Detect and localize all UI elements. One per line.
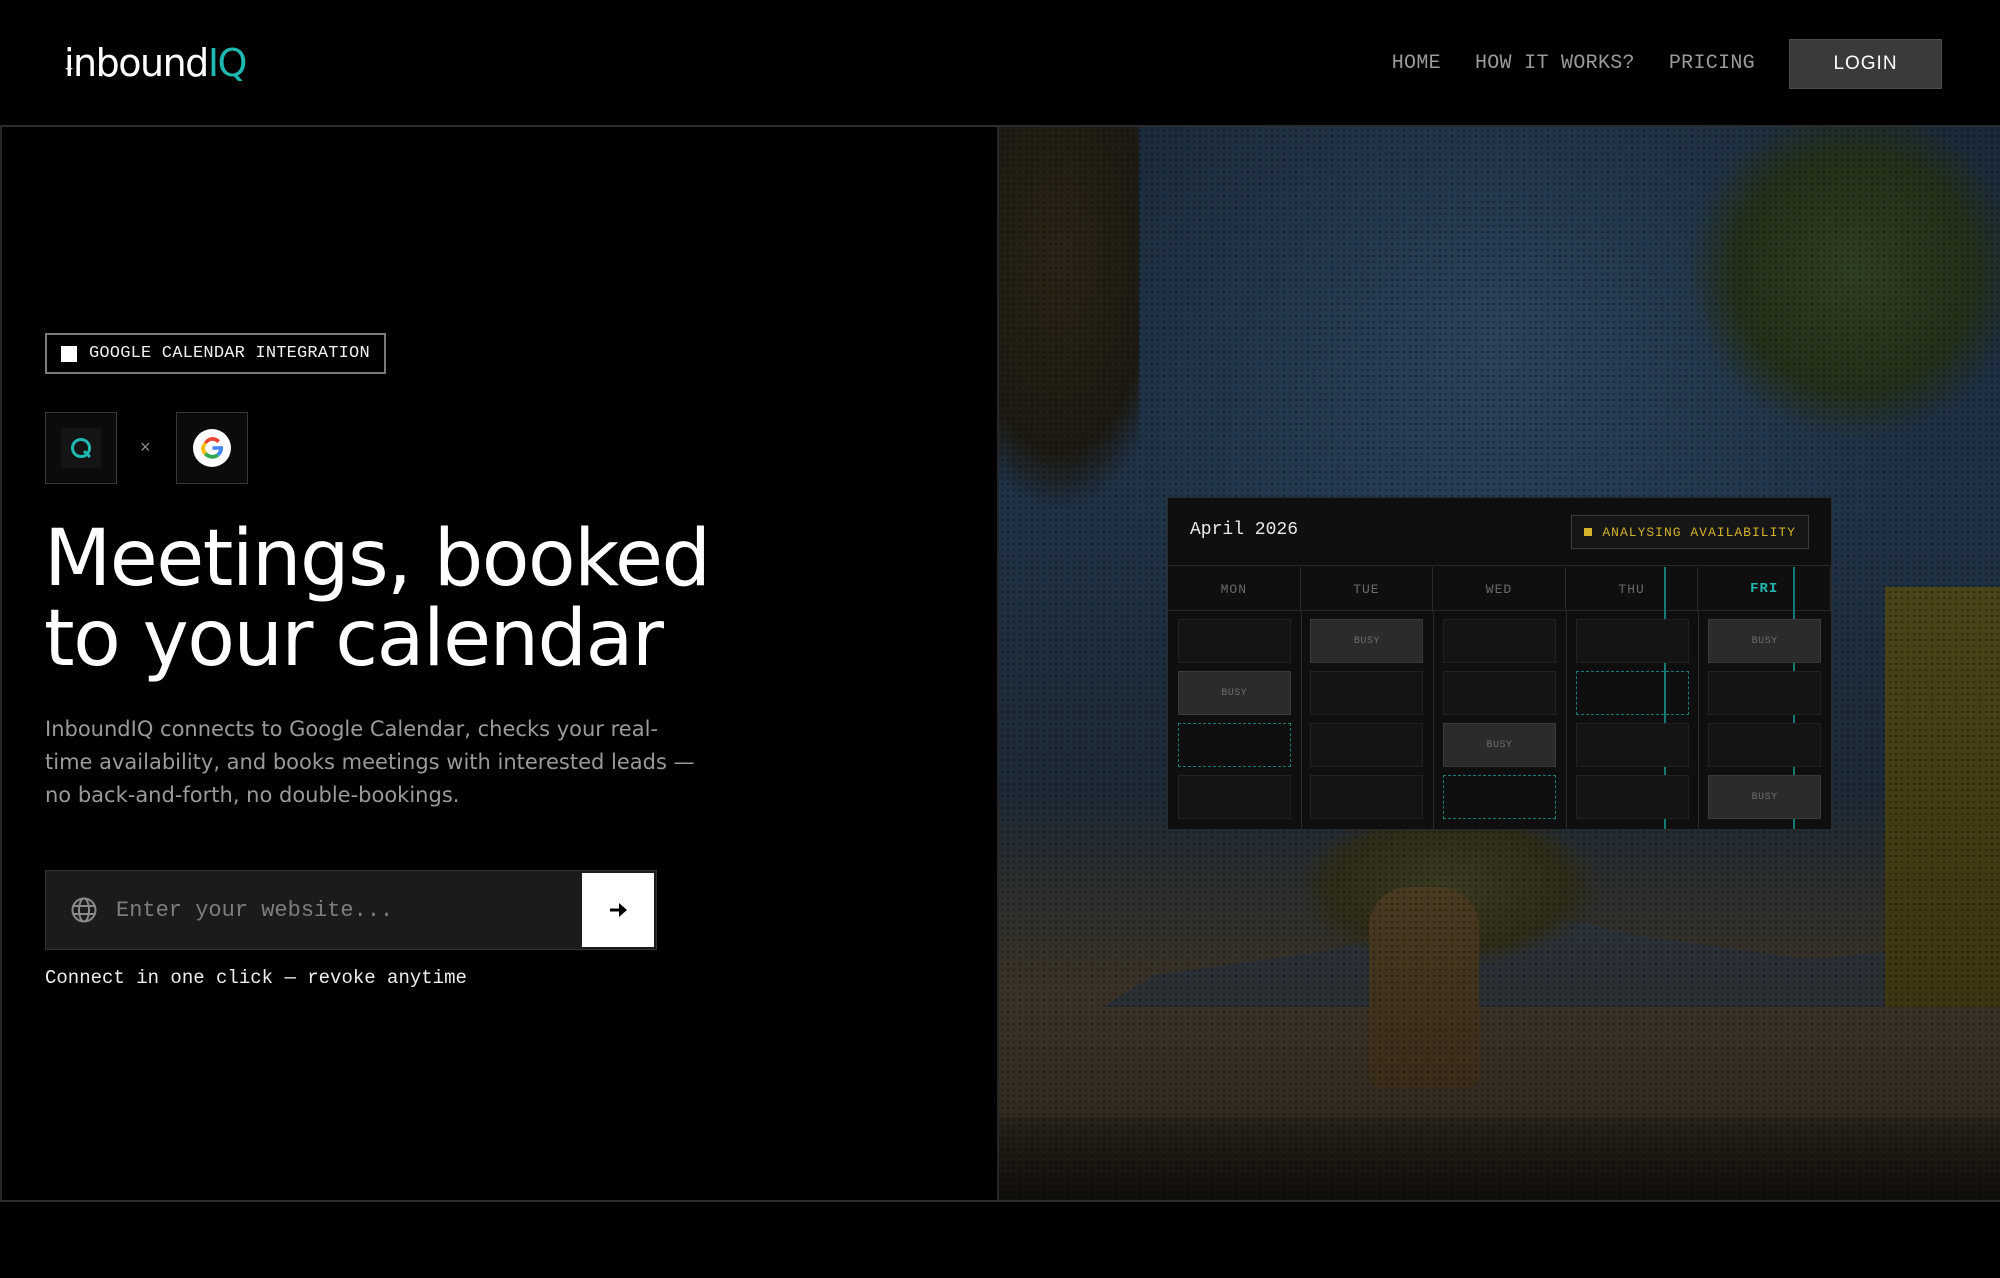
time-slot bbox=[1708, 723, 1822, 767]
badge-square-icon bbox=[61, 345, 77, 362]
time-slot bbox=[1310, 775, 1424, 819]
nav-link-how-it-works[interactable]: HOW IT WORKS? bbox=[1475, 52, 1635, 75]
main-nav: HOME HOW IT WORKS? PRICING LOGIN bbox=[1392, 0, 2000, 127]
website-input-group bbox=[45, 870, 657, 950]
calendar-month: April 2026 bbox=[1190, 520, 1299, 540]
time-slot bbox=[1575, 619, 1689, 663]
column-divider bbox=[1698, 611, 1700, 829]
hero-headline: Meetings, booked to your calendar bbox=[44, 519, 944, 679]
calendar-card: April 2026 ANALYSING AVAILABILITY MON TUE… bbox=[1167, 497, 1832, 830]
time-slot bbox=[1177, 775, 1291, 819]
submit-website-button[interactable] bbox=[582, 873, 654, 947]
headline-line-2: to your calendar bbox=[44, 594, 664, 684]
times-separator: × bbox=[140, 437, 151, 457]
bottom-band bbox=[0, 1200, 2000, 1278]
login-button[interactable]: LOGIN bbox=[1789, 38, 1942, 89]
hero-visual: April 2026 ANALYSING AVAILABILITY MON TUE… bbox=[999, 127, 2000, 1200]
globe-icon bbox=[71, 897, 97, 923]
weekday-mon: MON bbox=[1168, 567, 1301, 611]
sparkle-icon: ✦ bbox=[64, 62, 75, 76]
time-slot bbox=[1443, 671, 1556, 715]
nav-link-home[interactable]: HOME bbox=[1392, 52, 1441, 75]
column-divider bbox=[1565, 611, 1567, 829]
weekday-tue: TUE bbox=[1301, 567, 1434, 611]
busy-slot: BUSY bbox=[1177, 671, 1291, 715]
arrow-right-icon bbox=[610, 903, 627, 917]
hero-panel: GOOGLE CALENDAR INTEGRATION × Meetings, … bbox=[0, 127, 999, 1200]
time-slot bbox=[1575, 723, 1689, 767]
available-slot[interactable] bbox=[1443, 775, 1556, 819]
time-slot bbox=[1708, 671, 1822, 715]
status-label: ANALYSING AVAILABILITY bbox=[1602, 524, 1796, 540]
calendar-header: April 2026 ANALYSING AVAILABILITY bbox=[1168, 498, 1831, 566]
time-slot bbox=[1443, 619, 1556, 663]
weekday-wed: WED bbox=[1433, 567, 1566, 611]
busy-slot: BUSY bbox=[1310, 619, 1424, 663]
available-slot[interactable] bbox=[1177, 723, 1291, 767]
nav-link-pricing[interactable]: PRICING bbox=[1669, 52, 1755, 75]
integration-badge: GOOGLE CALENDAR INTEGRATION bbox=[45, 333, 386, 374]
headline-line-1: Meetings, booked bbox=[44, 514, 711, 604]
logo-accent-text: IQ bbox=[207, 41, 248, 85]
column-divider bbox=[1433, 611, 1435, 829]
status-square-icon bbox=[1584, 528, 1593, 536]
website-input[interactable] bbox=[98, 871, 582, 949]
google-app-tile bbox=[176, 412, 248, 484]
time-slot bbox=[1575, 775, 1689, 819]
brand-logo[interactable]: ✦ inboundIQ bbox=[64, 38, 248, 88]
availability-status-badge: ANALYSING AVAILABILITY bbox=[1571, 515, 1809, 549]
column-divider bbox=[1300, 611, 1302, 829]
calendar-slot-grid: BUSY BUSY BUSY BUSY BUSY bbox=[1168, 567, 1831, 829]
busy-slot: BUSY bbox=[1708, 619, 1822, 663]
site-header: ✦ inboundIQ HOME HOW IT WORKS? PRICING LO… bbox=[0, 0, 2000, 127]
weekday-fri: FRI bbox=[1698, 567, 1831, 611]
busy-slot: BUSY bbox=[1443, 723, 1556, 767]
google-g-icon bbox=[193, 429, 231, 467]
inboundiq-mark-icon bbox=[61, 428, 101, 468]
busy-slot: BUSY bbox=[1708, 775, 1822, 819]
time-slot bbox=[1310, 723, 1424, 767]
logo-text: inbound bbox=[64, 41, 209, 85]
hero-subcopy: InboundIQ connects to Google Calendar, c… bbox=[45, 717, 695, 807]
helper-text: Connect in one click — revoke anytime bbox=[45, 967, 467, 989]
inboundiq-app-tile bbox=[45, 412, 117, 484]
available-slot[interactable] bbox=[1575, 671, 1689, 715]
time-slot bbox=[1310, 671, 1424, 715]
time-slot bbox=[1177, 619, 1291, 663]
calendar-weekday-row: MON TUE WED THU FRI bbox=[1168, 567, 1831, 611]
badge-label: GOOGLE CALENDAR INTEGRATION bbox=[89, 344, 370, 363]
weekday-thu: THU bbox=[1566, 567, 1699, 611]
